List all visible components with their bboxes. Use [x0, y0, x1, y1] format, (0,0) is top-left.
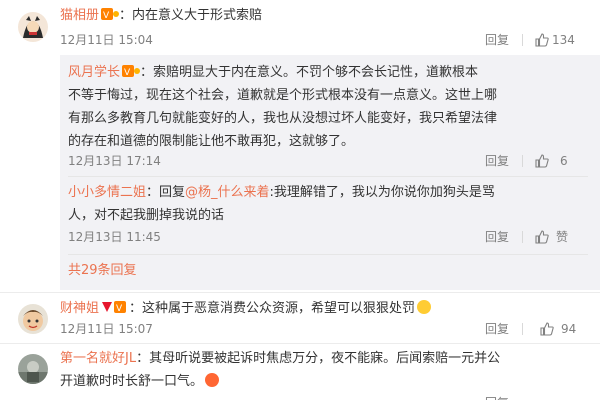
mention-link[interactable]: @杨_什么来着	[185, 185, 270, 200]
emoji-angry-icon	[205, 373, 220, 387]
comment-text: ：其母听说要被起诉时焦虑万分，夜不能寐。后闻索赔一元并公	[136, 351, 501, 366]
vip-badge-icon: V	[101, 7, 120, 28]
reply-username[interactable]: 风月学长	[68, 65, 120, 80]
comment-item: 财神姐 V ：这种属于恶意消费公众资源，希望可以狠狠处罚 12月11日 15:07 …	[0, 293, 600, 341]
comment-item: 猫相册 V ：内在意义大于形式索赔 12月11日 15:04 回复 134	[0, 0, 600, 55]
like-button[interactable]: 134	[535, 31, 575, 49]
avatar[interactable]	[18, 354, 48, 384]
vip-badge-icon: V	[122, 64, 141, 85]
like-count: 134	[552, 33, 575, 47]
divider	[522, 155, 523, 167]
reply-text: :我理解错了，我以为你说你加狗头是骂	[269, 185, 495, 200]
divider	[68, 176, 588, 177]
reply-text: 的存在和道德的限制能让他不敢再犯，这就够了。	[68, 134, 355, 149]
more-replies-link[interactable]: 共29条回复	[68, 262, 137, 280]
divider	[68, 254, 588, 255]
reply-timestamp: 12月13日 17:14	[68, 154, 161, 168]
like-label: 赞	[556, 230, 569, 244]
reply-button[interactable]: 回复	[485, 228, 509, 246]
thumbs-up-icon	[535, 230, 549, 244]
thumbs-up-icon	[540, 322, 554, 336]
comment-timestamp: 12月11日 15:07	[60, 322, 153, 336]
like-button[interactable]: 6	[535, 152, 568, 170]
comment-item: 第一名就好JL：其母听说要被起诉时焦虑万分，夜不能寐。后闻索赔一元并公 开道歉时…	[0, 344, 600, 400]
divider	[522, 34, 523, 46]
reply-button[interactable]: 回复	[485, 152, 509, 170]
like-button[interactable]: 赞	[535, 228, 568, 246]
comment-username[interactable]: 第一名就好JL	[60, 351, 136, 366]
svg-text:V: V	[124, 68, 131, 78]
comment-text: 开道歉时时长舒一口气。	[60, 374, 204, 389]
svg-text:V: V	[103, 11, 110, 21]
avatar[interactable]	[18, 304, 48, 334]
thumbs-up-icon	[535, 33, 549, 47]
reply-text: 有那么多教育几句就能变好的人，我也从没想过坏人能变好，我只希望法律	[68, 111, 498, 126]
thumbs-up-icon	[535, 154, 549, 168]
reply-button[interactable]: 回复	[485, 394, 509, 400]
reply-username[interactable]: 小小多情二姐	[68, 185, 146, 200]
like-button[interactable]: 94	[540, 320, 576, 338]
like-count: 6	[560, 154, 568, 168]
reply-button[interactable]: 回复	[485, 31, 509, 49]
reply-text: 不等于悔过，现在这个社会，道歉就是个形式根本没有一点意义。这世上哪	[68, 88, 498, 103]
reply-button[interactable]: 回复	[485, 320, 509, 338]
divider	[522, 231, 523, 243]
reply-text: 人，对不起我删掉我说的话	[68, 208, 225, 223]
vip-badge-icon: V	[101, 300, 129, 321]
like-count: 94	[561, 322, 577, 336]
reply-text: ：索赔明显大于内在意义。不罚个够不会长记性，道歉根本	[140, 65, 479, 80]
comment-timestamp: 12月11日 15:04	[60, 33, 153, 47]
comment-text: ：这种属于恶意消费公众资源，希望可以狠狠处罚	[129, 301, 416, 316]
svg-text:V: V	[116, 304, 123, 314]
comment-username[interactable]: 财神姐	[60, 301, 99, 316]
avatar[interactable]	[18, 12, 48, 42]
reply-text: ：回复	[146, 185, 186, 200]
divider	[522, 323, 523, 335]
reply-timestamp: 12月13日 11:45	[68, 230, 161, 244]
comment-text: ：内在意义大于形式索赔	[119, 8, 263, 23]
comment-username[interactable]: 猫相册	[60, 8, 99, 23]
emoji-smile-icon	[417, 300, 432, 314]
